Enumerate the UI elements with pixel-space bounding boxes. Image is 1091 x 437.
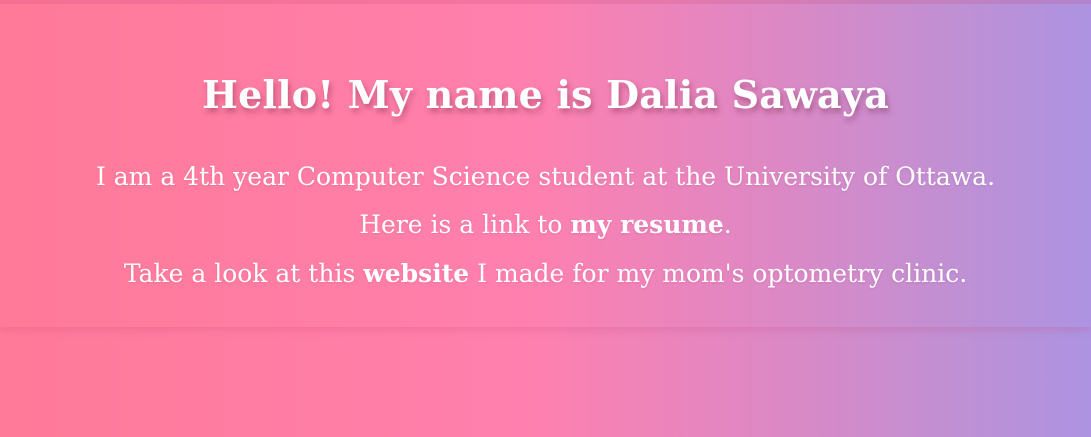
resume-suffix-text: .	[723, 210, 732, 239]
resume-line: Here is a link to my resume.	[0, 210, 1091, 240]
website-suffix-text: I made for my mom's optometry clinic.	[469, 259, 968, 288]
resume-link[interactable]: my resume	[570, 210, 723, 239]
hero-section: Hello! My name is Dalia Sawaya I am a 4t…	[0, 4, 1091, 327]
website-line: Take a look at this website I made for m…	[0, 259, 1091, 289]
page-title: Hello! My name is Dalia Sawaya	[202, 72, 889, 117]
intro-text: I am a 4th year Computer Science student…	[95, 162, 996, 191]
website-prefix-text: Take a look at this	[123, 259, 364, 288]
resume-prefix-text: Here is a link to	[359, 210, 571, 239]
website-link[interactable]: website	[363, 259, 469, 288]
